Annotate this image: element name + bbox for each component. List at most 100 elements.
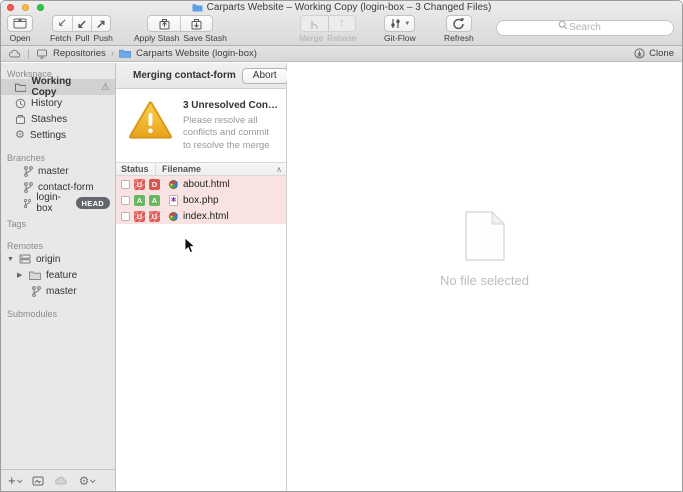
push-button[interactable]: ↗ <box>91 16 110 31</box>
search-field-wrap <box>496 17 674 33</box>
sidebar-item-working-copy[interactable]: Working Copy ⚠ <box>1 79 115 95</box>
column-header-filename[interactable]: Filename ∧ <box>156 164 286 174</box>
app-window: Carparts Website – Working Copy (login-b… <box>0 0 683 492</box>
git-flow-group: ▼ Git-Flow <box>382 15 418 43</box>
file-row-index-html[interactable]: U U index.html <box>116 208 286 224</box>
pull-icon: ↙ <box>77 18 87 30</box>
head-badge: HEAD <box>76 197 110 209</box>
save-stash-button[interactable] <box>180 16 212 31</box>
close-window-button[interactable] <box>7 4 14 11</box>
file-checkbox[interactable] <box>121 180 130 189</box>
search-input[interactable] <box>496 20 674 36</box>
merge-button[interactable] <box>301 16 328 31</box>
sidebar-branch-master[interactable]: master <box>1 163 115 179</box>
remote-actions-group: ↙ ↙ ↗ Fetch Pull Push <box>48 15 115 43</box>
html-file-icon <box>169 180 178 189</box>
clone-label: Clone <box>649 48 674 59</box>
php-file-icon <box>169 195 178 206</box>
sidebar-branch-login-box[interactable]: login-box HEAD <box>1 195 115 211</box>
chevron-down-icon: ▼ <box>404 21 410 27</box>
merge-status-bar: Merging contact-form Abort <box>116 63 286 89</box>
file-table-header: Status Filename ∧ <box>116 162 286 176</box>
stash-group: Apply Stash Save Stash <box>132 15 229 43</box>
filename: box.php <box>183 195 219 206</box>
repositories-icon <box>36 49 48 59</box>
sidebar-item-history[interactable]: History <box>1 95 115 111</box>
add-repository-button[interactable]: + <box>8 474 21 487</box>
conflict-title: 3 Unresolved Con… <box>183 100 278 111</box>
sidebar-item-settings[interactable]: ⚙ Settings <box>1 127 115 143</box>
rebase-button[interactable]: ↑ <box>328 16 355 31</box>
sidebar-header-submodules: Submodules <box>1 307 115 319</box>
file-row-box-php[interactable]: A A box.php <box>116 192 286 208</box>
git-flow-button[interactable]: ▼ <box>384 15 415 32</box>
file-row-about-html[interactable]: U D about.html <box>116 176 286 192</box>
filename: about.html <box>183 179 230 190</box>
status-badge-ours: U <box>134 211 145 222</box>
sort-ascending-icon: ∧ <box>276 165 282 174</box>
conflict-notice: 3 Unresolved Con… Please resolve all con… <box>116 89 286 162</box>
file-checkbox[interactable] <box>121 196 130 205</box>
history-clock-icon <box>15 98 26 109</box>
abort-button[interactable]: Abort <box>242 68 288 84</box>
refresh-button[interactable] <box>446 15 472 32</box>
fetch-button[interactable]: ↙ <box>53 16 72 31</box>
gear-icon: ⚙ <box>79 475 90 487</box>
disclosure-open-icon[interactable]: ▼ <box>7 256 14 263</box>
remote-folder-icon <box>29 271 41 280</box>
remote-label: master <box>46 286 77 297</box>
conflict-message: Please resolve all conflicts and commit … <box>183 115 278 152</box>
zoom-window-button[interactable] <box>37 4 44 11</box>
window-title: Carparts Website – Working Copy (login-b… <box>207 2 492 13</box>
open-label: Open <box>8 33 33 43</box>
breadcrumb-current-repo[interactable]: Carparts Website (login-box) <box>136 48 257 59</box>
open-button[interactable] <box>7 15 33 32</box>
branch-icon <box>23 166 33 177</box>
git-flow-label: Git-Flow <box>382 33 418 43</box>
sidebar-settings-button[interactable]: ⚙ <box>79 475 95 487</box>
sidebar: Workspace Working Copy ⚠ History Stashes… <box>1 63 116 491</box>
push-label: Push <box>91 33 114 43</box>
refresh-label: Refresh <box>442 33 476 43</box>
status-badge-theirs: U <box>149 211 160 222</box>
filename: index.html <box>183 211 229 222</box>
cloud-icon[interactable] <box>9 49 21 58</box>
branch-label: contact-form <box>38 182 94 193</box>
remote-server-icon <box>19 254 31 264</box>
branch-label: login-box <box>36 192 70 214</box>
search-icon <box>558 20 568 30</box>
branch-icon <box>23 198 31 209</box>
fetch-icon: ↙ <box>58 18 67 29</box>
breadcrumb-repositories[interactable]: Repositories <box>53 48 106 59</box>
sidebar-item-stashes[interactable]: Stashes <box>1 111 115 127</box>
filename-header-label: Filename <box>162 164 201 174</box>
file-status-panel: Merging contact-form Abort 3 Unresolved … <box>116 63 287 491</box>
clone-wrap[interactable]: Clone <box>634 48 674 59</box>
rebase-icon: ↑ <box>339 18 345 29</box>
pull-label: Pull <box>73 33 91 43</box>
open-group: Open <box>7 15 33 43</box>
disclosure-closed-icon[interactable]: ▶ <box>17 271 24 279</box>
push-icon: ↗ <box>96 18 106 30</box>
apply-stash-button[interactable] <box>148 16 180 31</box>
refresh-group: Refresh <box>442 15 476 43</box>
remote-cloud-button[interactable] <box>55 476 68 485</box>
sidebar-remote-origin[interactable]: ▼ origin <box>1 251 115 267</box>
sidebar-remote-master[interactable]: master <box>1 283 115 299</box>
settings-gear-icon: ⚙ <box>15 130 25 141</box>
toolbar: Open ↙ ↙ ↗ Fetch Pull Push <box>1 13 682 46</box>
empty-state-text: No file selected <box>440 273 529 288</box>
column-header-status[interactable]: Status <box>116 163 156 175</box>
file-checkbox[interactable] <box>121 212 130 221</box>
fetch-label: Fetch <box>48 33 73 43</box>
sidebar-remote-feature[interactable]: ▶ feature <box>1 267 115 283</box>
diff-detail-panel: No file selected <box>287 63 682 491</box>
breadcrumb: Repositories › Carparts Website (login-b… <box>1 46 682 62</box>
repo-browser-button[interactable] <box>32 476 44 486</box>
minimize-window-button[interactable] <box>22 4 29 11</box>
working-copy-warning-icon: ⚠ <box>101 82 110 93</box>
conflict-text: 3 Unresolved Con… Please resolve all con… <box>183 100 278 152</box>
open-folder-icon <box>13 18 27 29</box>
apply-stash-icon <box>159 18 170 30</box>
pull-button[interactable]: ↙ <box>72 16 91 31</box>
